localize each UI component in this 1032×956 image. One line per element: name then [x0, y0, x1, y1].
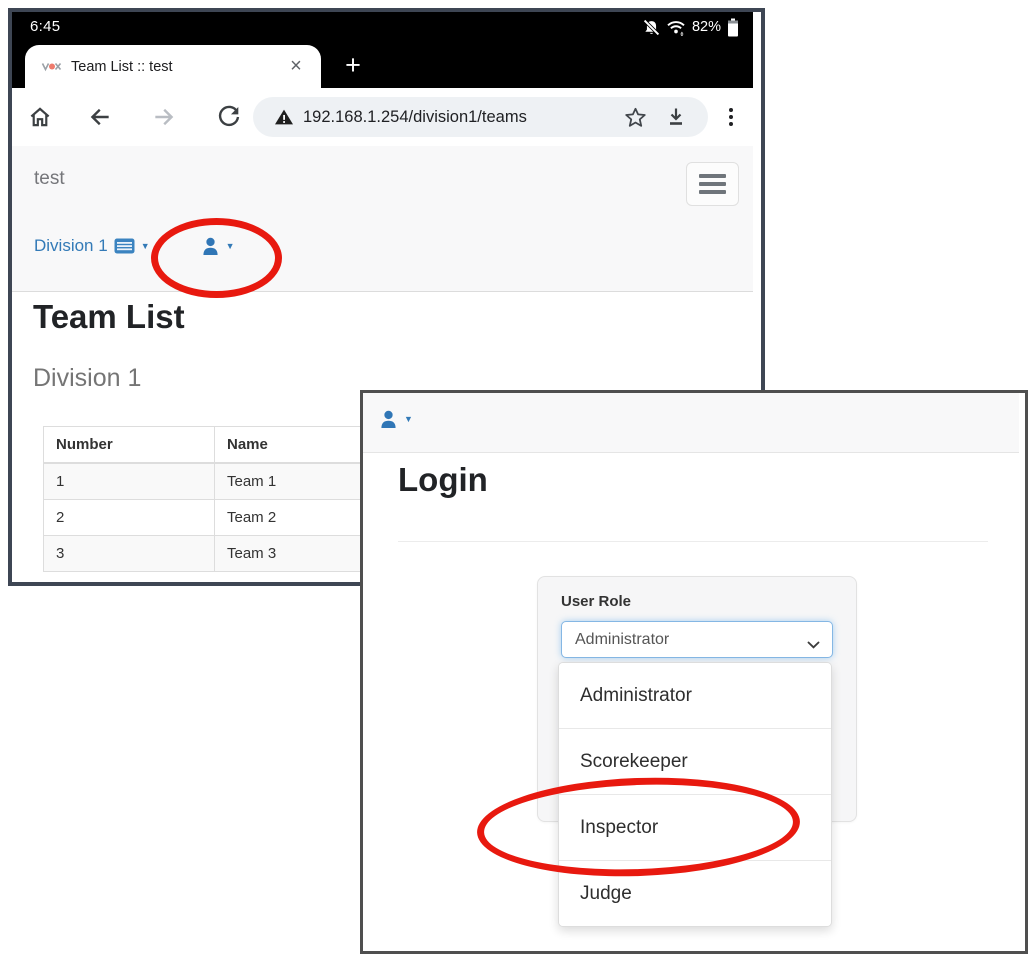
option-administrator[interactable]: Administrator [559, 663, 831, 729]
annotation-circle-user-menu [151, 218, 282, 298]
android-status-bar: 6:45 82% [12, 12, 753, 42]
page-subtitle: Division 1 [33, 364, 141, 393]
chevron-down-icon: ▼ [404, 415, 413, 424]
division-dropdown[interactable]: Division 1 ▼ [34, 236, 150, 256]
site-navbar: test Division 1 ▼ ▼ [12, 146, 753, 292]
battery-icon [727, 18, 739, 37]
user-role-select[interactable]: Administrator [561, 621, 833, 658]
bookmark-star-icon[interactable] [623, 105, 648, 130]
browser-toolbar: 192.168.1.254/division1/teams [12, 88, 753, 147]
new-tab-button[interactable]: + [336, 44, 370, 86]
team-number: 2 [44, 500, 215, 536]
address-bar[interactable]: 192.168.1.254/division1/teams [253, 97, 708, 137]
team-number: 3 [44, 536, 215, 572]
back-button[interactable] [87, 104, 113, 130]
wifi-icon [666, 19, 686, 36]
chevron-down-icon [807, 636, 820, 654]
battery-percent: 82% [692, 19, 721, 35]
url-text[interactable]: 192.168.1.254/division1/teams [303, 108, 623, 127]
user-icon [380, 410, 397, 429]
chevron-down-icon: ▼ [141, 242, 150, 251]
mute-icon [643, 19, 660, 36]
tab-title: Team List :: test [71, 59, 173, 75]
selected-role-value: Administrator [575, 631, 669, 649]
site-brand[interactable]: test [34, 168, 65, 190]
hamburger-menu-button[interactable] [686, 162, 739, 206]
screenshot-canvas: 6:45 82% Team List :: test [0, 0, 1032, 956]
site-favicon-icon [41, 60, 63, 73]
user-role-label: User Role [561, 593, 631, 610]
team-number: 1 [44, 463, 215, 500]
reload-button[interactable] [216, 104, 242, 130]
not-secure-warning-icon [274, 108, 294, 126]
column-header-number: Number [44, 427, 215, 464]
tab-close-icon[interactable]: × [283, 53, 309, 79]
site-navbar: ▼ [363, 393, 1019, 453]
home-button[interactable] [27, 104, 53, 130]
browser-menu-button[interactable] [723, 104, 739, 130]
tab-strip: Team List :: test × + [12, 42, 753, 88]
download-icon[interactable] [664, 105, 688, 129]
divider [398, 541, 988, 542]
page-title: Login [398, 461, 488, 499]
division-label: Division 1 [34, 236, 108, 256]
user-menu-dropdown[interactable]: ▼ [380, 410, 413, 429]
browser-tab[interactable]: Team List :: test × [25, 45, 321, 88]
status-time: 6:45 [30, 18, 60, 35]
page-title: Team List [33, 298, 185, 336]
forward-button[interactable] [151, 104, 177, 130]
table-icon [114, 238, 135, 254]
